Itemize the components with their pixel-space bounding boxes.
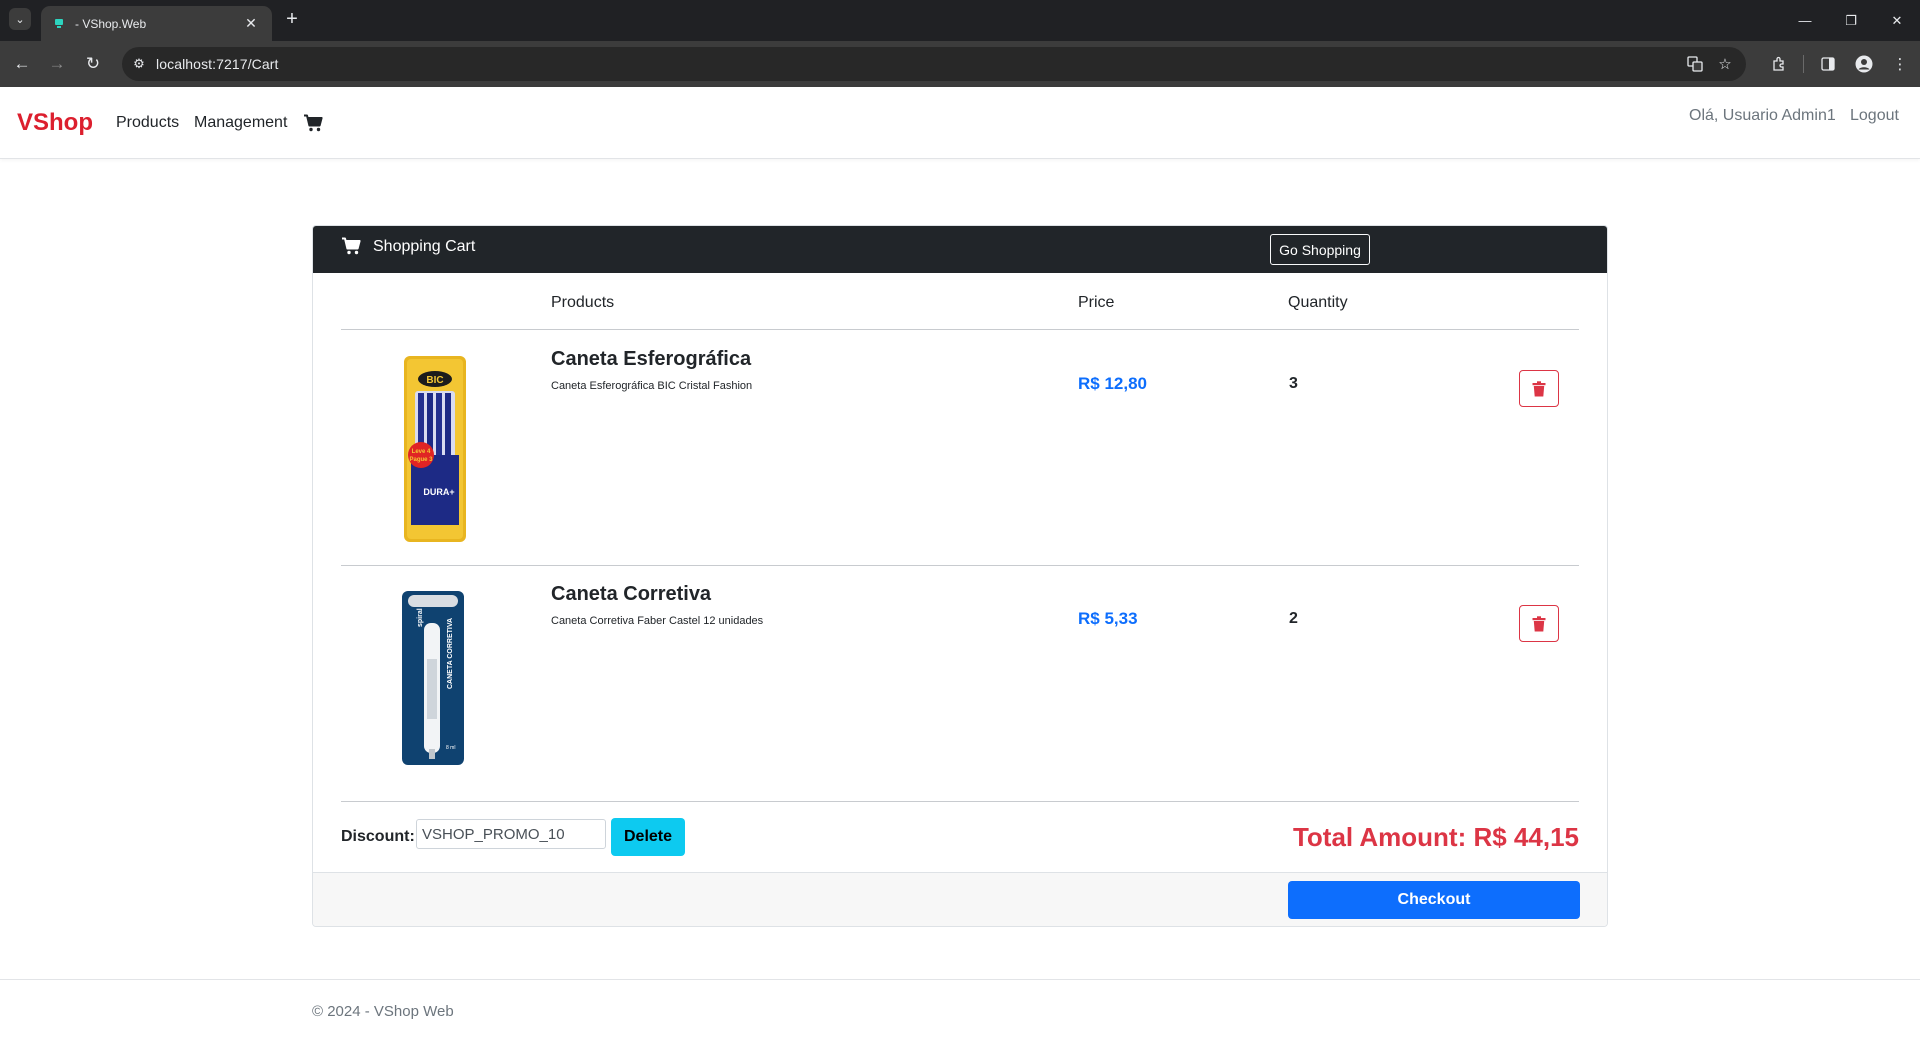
url-text[interactable]: localhost:7217/Cart [156, 56, 279, 72]
copyright-text: © 2024 - VShop Web [312, 1003, 454, 1020]
user-greeting: Olá, Usuario Admin1 [1689, 107, 1836, 124]
product-image-pen: BIC Leve 4 Pague 3 DURA+ [403, 355, 467, 548]
browser-tabstrip: ⌄ - VShop.Web ✕ + — ❐ ✕ [0, 0, 1920, 41]
svg-text:BIC: BIC [426, 375, 443, 386]
forward-icon[interactable]: → [45, 52, 69, 76]
reload-icon[interactable]: ↻ [81, 52, 105, 76]
product-name: Caneta Esferográfica [551, 348, 752, 370]
nav-link-management[interactable]: Management [194, 114, 287, 132]
delete-discount-button[interactable]: Delete [611, 818, 685, 856]
site-info-icon[interactable]: ⚙ [122, 47, 156, 81]
extensions-icon[interactable] [1767, 52, 1791, 76]
total-amount: Total Amount: R$ 44,15 [1292, 822, 1579, 852]
close-tab-icon[interactable]: ✕ [242, 15, 260, 32]
minimize-icon[interactable]: — [1782, 0, 1828, 41]
trash-icon [1532, 380, 1546, 396]
divider [341, 801, 1579, 802]
address-bar[interactable]: ⚙ localhost:7217/Cart ☆ [122, 47, 1746, 81]
tab-title: - VShop.Web [75, 16, 147, 31]
svg-text:CANETA CORRETIVA: CANETA CORRETIVA [447, 618, 454, 689]
browser-toolbar: ← → ↻ ⚙ localhost:7217/Cart ☆ ⋮ [0, 41, 1920, 87]
window-controls: — ❐ ✕ [1782, 0, 1920, 41]
new-tab-button[interactable]: + [280, 8, 304, 31]
checkout-button[interactable]: Checkout [1288, 881, 1580, 919]
product-description: Caneta Esferográfica BIC Cristal Fashion [551, 380, 753, 392]
svg-text:spiral: spiral [417, 608, 424, 627]
svg-text:Leve 4: Leve 4 [412, 449, 431, 455]
bookmark-star-icon[interactable]: ☆ [1714, 53, 1736, 75]
remove-item-button[interactable] [1519, 370, 1559, 407]
toolbar-divider [1803, 55, 1804, 73]
product-name: Caneta Corretiva [551, 583, 712, 605]
cart-icon[interactable] [303, 114, 323, 137]
product-price: R$ 5,33 [1078, 609, 1138, 628]
discount-code-input[interactable] [416, 819, 606, 849]
side-panel-icon[interactable] [1816, 52, 1840, 76]
browser-tab[interactable]: - VShop.Web ✕ [41, 6, 272, 41]
product-image-corrector: spiral CANETA CORRETIVA 8 ml [400, 589, 466, 772]
tab-search-button[interactable]: ⌄ [9, 8, 31, 30]
discount-label: Discount: [341, 828, 415, 845]
divider [341, 565, 1579, 566]
cart-footer: Checkout [313, 872, 1607, 926]
column-header-quantity: Quantity [1288, 294, 1348, 311]
svg-text:Pague 3: Pague 3 [409, 457, 433, 463]
logout-link[interactable]: Logout [1850, 107, 1899, 125]
column-header-products: Products [551, 294, 615, 311]
menu-kebab-icon[interactable]: ⋮ [1888, 52, 1912, 76]
page-footer: © 2024 - VShop Web [0, 979, 1920, 1042]
close-window-icon[interactable]: ✕ [1874, 0, 1920, 41]
column-header-price: Price [1078, 294, 1115, 311]
product-quantity: 2 [1289, 610, 1298, 627]
divider [341, 329, 1579, 330]
site-navbar: VShop Products Management Olá, Usuario A… [0, 87, 1920, 159]
svg-text:DURA+: DURA+ [423, 487, 454, 497]
cart-header: Shopping Cart Go Shopping [313, 226, 1607, 273]
product-price: R$ 12,80 [1078, 374, 1147, 393]
product-description: Caneta Corretiva Faber Castel 12 unidade… [551, 615, 764, 627]
profile-icon[interactable] [1852, 52, 1876, 76]
chevron-down-icon: ⌄ [15, 13, 25, 26]
cart-title: Shopping Cart [373, 238, 476, 255]
translate-icon[interactable] [1684, 53, 1706, 75]
restore-icon[interactable]: ❐ [1828, 0, 1874, 41]
go-shopping-button[interactable]: Go Shopping [1270, 234, 1370, 265]
product-quantity: 3 [1289, 375, 1298, 392]
cart-icon [341, 237, 361, 260]
svg-text:8 ml: 8 ml [446, 745, 455, 751]
favicon-icon [53, 18, 67, 30]
remove-item-button[interactable] [1519, 605, 1559, 642]
nav-link-products[interactable]: Products [116, 114, 179, 132]
back-icon[interactable]: ← [10, 52, 34, 76]
shopping-cart-card: Shopping Cart Go Shopping Products Price… [312, 225, 1608, 927]
brand-logo[interactable]: VShop [17, 109, 93, 137]
trash-icon [1532, 615, 1546, 631]
